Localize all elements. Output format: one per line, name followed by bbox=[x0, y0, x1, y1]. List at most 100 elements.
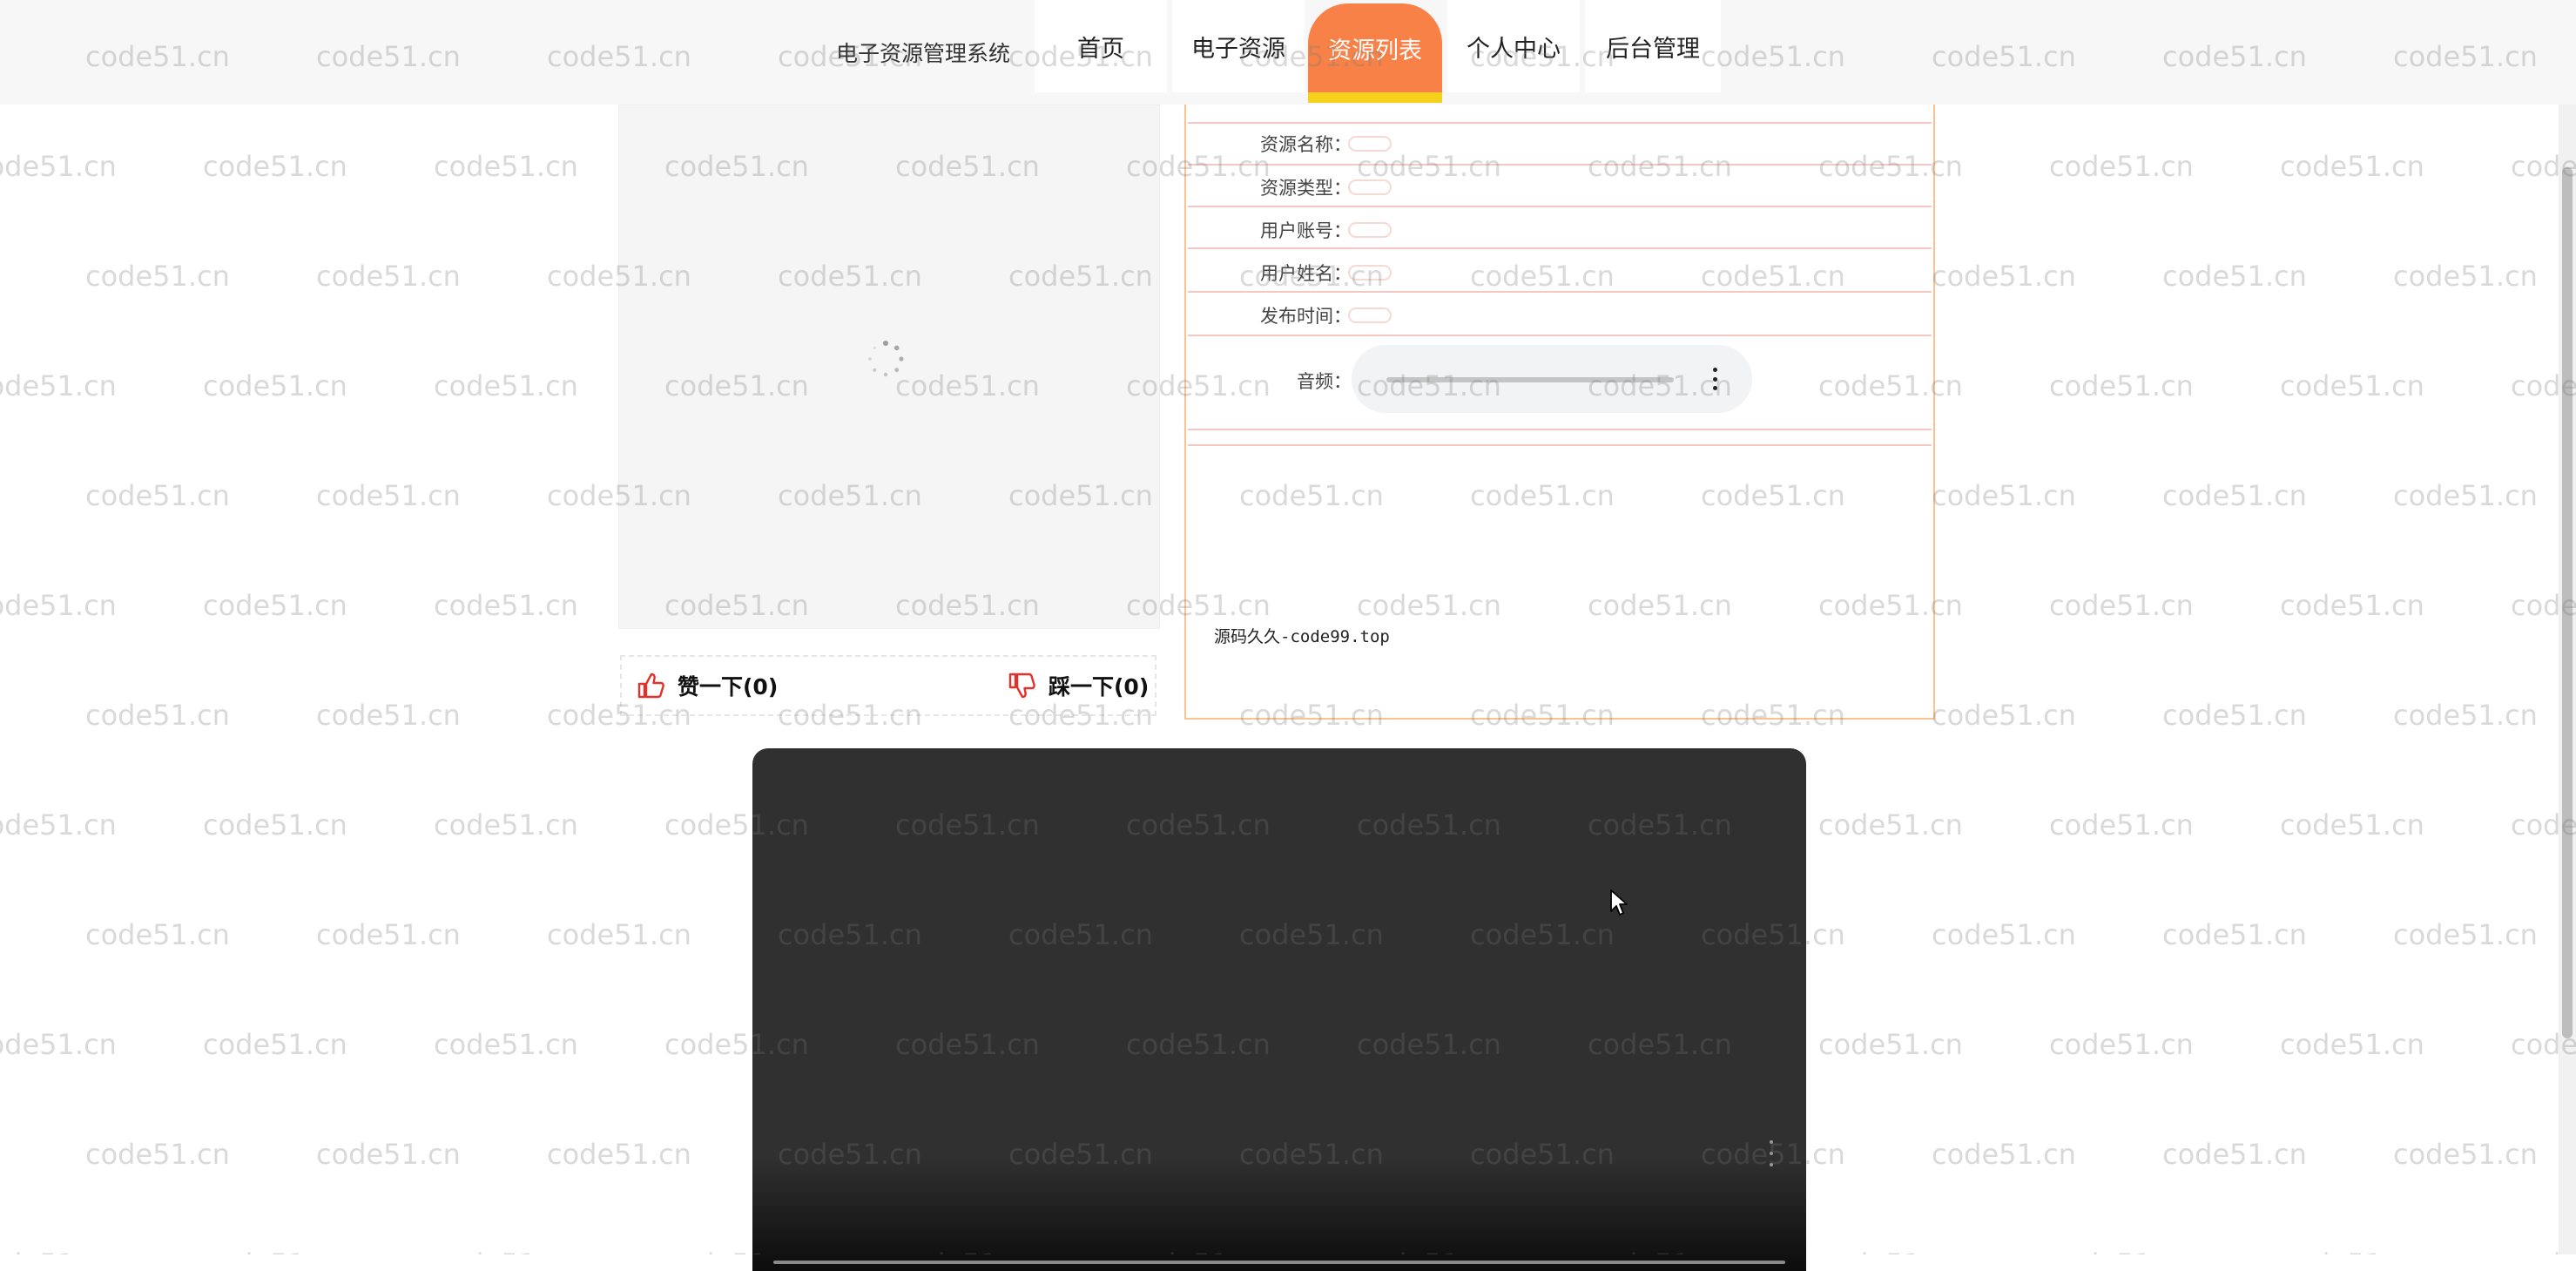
row-divider bbox=[1188, 247, 1932, 249]
watermark-text: code51.cn bbox=[85, 479, 230, 512]
watermark-text: code51.cn bbox=[434, 150, 578, 183]
watermark-text: code51.cn bbox=[2280, 1028, 2424, 1061]
watermark-text: code51.cn bbox=[0, 1247, 117, 1254]
watermark-text: code51.cn bbox=[85, 260, 230, 293]
watermark-text: code51.cn bbox=[2162, 699, 2307, 732]
watermark-text: code51.cn bbox=[1932, 918, 2076, 951]
source-credit-text: 源码久久-code99.top bbox=[1214, 627, 1390, 646]
scrollbar-thumb[interactable] bbox=[2562, 167, 2573, 1038]
watermark-text: code51.cn bbox=[85, 1138, 230, 1171]
watermark-text: code51.cn bbox=[203, 369, 347, 402]
watermark-text: code51.cn bbox=[2393, 260, 2538, 293]
row-divider bbox=[1188, 164, 1932, 166]
watermark-text: code51.cn bbox=[2049, 369, 2194, 402]
nav-admin[interactable]: 后台管理 bbox=[1585, 0, 1721, 92]
watermark-text: code51.cn bbox=[316, 260, 461, 293]
spinner-icon bbox=[868, 341, 904, 377]
field-value-user-account bbox=[1348, 222, 1392, 238]
mouse-cursor-icon bbox=[1610, 889, 1628, 916]
watermark-text: code51.cn bbox=[2049, 808, 2194, 842]
field-value-resource-type bbox=[1348, 179, 1392, 195]
watermark-text: code51.cn bbox=[2280, 808, 2424, 842]
nav-home-label: 首页 bbox=[1077, 35, 1124, 63]
nav-resource-list[interactable]: 资源列表 bbox=[1308, 3, 1442, 103]
row-divider bbox=[1188, 429, 1932, 430]
nav-home[interactable]: 首页 bbox=[1035, 0, 1167, 92]
row-divider bbox=[1188, 335, 1932, 336]
field-value-resource-name bbox=[1348, 136, 1392, 152]
watermark-text: code51.cn bbox=[2280, 150, 2424, 183]
vote-bar: 赞一下(0) 踩一下(0) bbox=[620, 655, 1157, 716]
watermark-text: code51.cn bbox=[0, 150, 117, 183]
watermark-text: code51.cn bbox=[547, 1138, 691, 1171]
watermark-text: code51.cn bbox=[2393, 699, 2538, 732]
field-value-user-name bbox=[1348, 265, 1392, 281]
video-progress-bar[interactable] bbox=[773, 1261, 1785, 1264]
watermark-text: code51.cn bbox=[1932, 1138, 2076, 1171]
watermark-text: code51.cn bbox=[1932, 260, 2076, 293]
watermark-text: code51.cn bbox=[434, 1247, 578, 1254]
like-label: 赞一下(0) bbox=[678, 674, 779, 700]
dislike-button[interactable]: 踩一下(0) bbox=[1007, 657, 1149, 714]
row-divider bbox=[1188, 206, 1932, 207]
site-title: 电子资源管理系统 bbox=[836, 41, 1011, 66]
watermark-text: code51.cn bbox=[547, 918, 691, 951]
watermark-text: code51.cn bbox=[316, 479, 461, 512]
nav-e-resources[interactable]: 电子资源 bbox=[1172, 0, 1305, 92]
audio-progress-slider[interactable] bbox=[1386, 377, 1674, 382]
page-scrollbar[interactable] bbox=[2559, 105, 2576, 1254]
watermark-text: code51.cn bbox=[2049, 150, 2194, 183]
watermark-text: code51.cn bbox=[203, 808, 347, 842]
field-value-publish-time bbox=[1348, 308, 1392, 323]
watermark-text: code51.cn bbox=[316, 699, 461, 732]
watermark-text: code51.cn bbox=[1818, 808, 1963, 842]
watermark-text: code51.cn bbox=[203, 589, 347, 622]
nav-personal-center[interactable]: 个人中心 bbox=[1447, 0, 1580, 92]
watermark-text: code51.cn bbox=[2280, 369, 2424, 402]
watermark-text: code51.cn bbox=[434, 1028, 578, 1061]
watermark-text: code51.cn bbox=[2393, 479, 2538, 512]
top-header: 电子资源管理系统 首页 电子资源 资源列表 个人中心 后台管理 bbox=[0, 0, 2576, 105]
watermark-text: code51.cn bbox=[2280, 1247, 2424, 1254]
resource-details-panel: 资源名称： 资源类型： 用户账号： 用户姓名： 发布时间： 音频： 源码久久-c… bbox=[1184, 103, 1935, 720]
watermark-text: code51.cn bbox=[434, 589, 578, 622]
watermark-text: code51.cn bbox=[1818, 1028, 1963, 1061]
watermark-text: code51.cn bbox=[2162, 479, 2307, 512]
watermark-text: code51.cn bbox=[2393, 1138, 2538, 1171]
audio-player[interactable] bbox=[1352, 345, 1752, 413]
watermark-text: code51.cn bbox=[1818, 1247, 1963, 1254]
like-button[interactable]: 赞一下(0) bbox=[636, 657, 778, 714]
nav-personal-center-label: 个人中心 bbox=[1467, 35, 1561, 63]
field-label-audio: 音频： bbox=[1297, 371, 1352, 392]
watermark-text: code51.cn bbox=[203, 150, 347, 183]
nav-e-resources-label: 电子资源 bbox=[1191, 35, 1285, 63]
watermark-text: code51.cn bbox=[1932, 479, 2076, 512]
watermark-text: code51.cn bbox=[2162, 918, 2307, 951]
nav-admin-label: 后台管理 bbox=[1606, 35, 1700, 63]
watermark-text: code51.cn bbox=[85, 918, 230, 951]
watermark-text: code51.cn bbox=[1932, 699, 2076, 732]
video-more-options-icon[interactable] bbox=[1768, 1140, 1775, 1166]
watermark-text: code51.cn bbox=[2393, 918, 2538, 951]
field-label-publish-time: 发布时间： bbox=[1260, 306, 1352, 327]
watermark-text: code51.cn bbox=[203, 1028, 347, 1061]
watermark-text: code51.cn bbox=[0, 369, 117, 402]
nav-resource-list-label: 资源列表 bbox=[1328, 37, 1422, 64]
watermark-text: code51.cn bbox=[2049, 1247, 2194, 1254]
watermark-text: code51.cn bbox=[0, 589, 117, 622]
audio-more-options-icon[interactable] bbox=[1709, 361, 1721, 397]
dislike-label: 踩一下(0) bbox=[1049, 674, 1150, 700]
watermark-text: code51.cn bbox=[2049, 1028, 2194, 1061]
thumbs-up-icon bbox=[637, 673, 664, 699]
field-label-resource-name: 资源名称： bbox=[1260, 134, 1352, 155]
watermark-text: code51.cn bbox=[0, 808, 117, 842]
watermark-text: code51.cn bbox=[2162, 260, 2307, 293]
watermark-text: code51.cn bbox=[85, 699, 230, 732]
watermark-text: code51.cn bbox=[2280, 589, 2424, 622]
watermark-text: code51.cn bbox=[434, 808, 578, 842]
video-player[interactable] bbox=[752, 748, 1806, 1271]
watermark-text: code51.cn bbox=[316, 918, 461, 951]
watermark-text: code51.cn bbox=[316, 1138, 461, 1171]
field-label-user-name: 用户姓名： bbox=[1260, 263, 1352, 284]
watermark-text: code51.cn bbox=[2049, 589, 2194, 622]
